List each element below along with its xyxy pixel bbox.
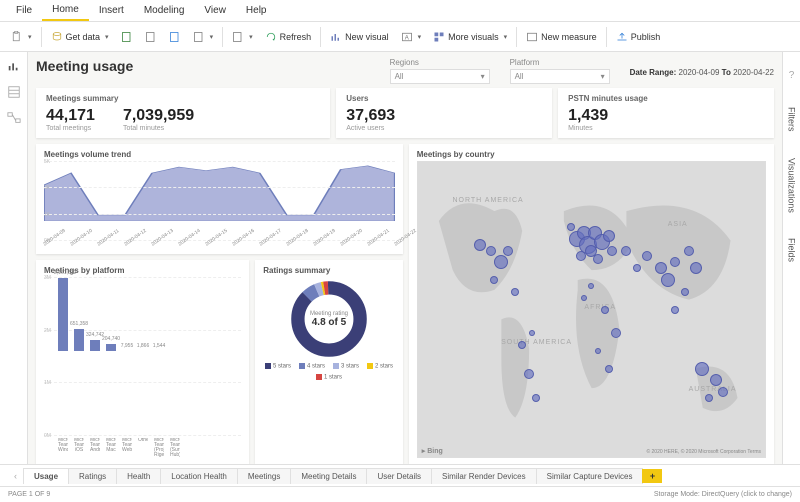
data-view-icon[interactable] xyxy=(6,84,22,100)
report-canvas[interactable]: Meeting usage Regions All▾ Platform All▾… xyxy=(28,52,782,464)
help-icon[interactable]: ? xyxy=(789,70,795,81)
ribbon: Get data Refresh New visual A More visua… xyxy=(0,22,800,52)
meetings-summary-card[interactable]: Meetings summary 44,171Total meetings 7,… xyxy=(36,88,330,138)
chevron-down-icon: ▾ xyxy=(481,72,485,81)
storage-mode[interactable]: Storage Mode: DirectQuery (click to chan… xyxy=(654,491,792,498)
pstn-card[interactable]: PSTN minutes usage 1,439Minutes xyxy=(558,88,774,138)
page-title: Meeting usage xyxy=(36,58,370,74)
text-box-button[interactable]: A xyxy=(396,28,427,46)
ratings-donut-visual[interactable]: Ratings summary Meeting rating4.8 of 5 5… xyxy=(255,260,403,464)
refresh-button[interactable]: Refresh xyxy=(260,28,317,46)
map-visual[interactable]: Meetings by country NORTH AMERICA SOUTH … xyxy=(409,144,774,464)
users-card[interactable]: Users 37,693Active users xyxy=(336,88,552,138)
menu-home[interactable]: Home xyxy=(42,0,89,21)
enter-data-button[interactable] xyxy=(164,28,186,46)
get-data-button[interactable]: Get data xyxy=(46,28,114,46)
transform-data-button[interactable] xyxy=(227,28,258,46)
menu-bar: FileHomeInsertModelingViewHelp xyxy=(0,0,800,22)
tab-similar-render-devices[interactable]: Similar Render Devices xyxy=(431,468,537,484)
status-bar: PAGE 1 OF 9 Storage Mode: DirectQuery (c… xyxy=(0,486,800,502)
tab-meeting-details[interactable]: Meeting Details xyxy=(290,468,367,484)
page-indicator: PAGE 1 OF 9 xyxy=(8,491,50,498)
tab-meetings[interactable]: Meetings xyxy=(237,468,291,484)
tab-location-health[interactable]: Location Health xyxy=(160,468,238,484)
sql-server-button[interactable] xyxy=(140,28,162,46)
filters-pane-tab[interactable]: Filters xyxy=(787,107,797,132)
tab-user-details[interactable]: User Details xyxy=(366,468,432,484)
publish-button[interactable]: Publish xyxy=(611,28,666,46)
menu-help[interactable]: Help xyxy=(236,1,277,20)
tab-similar-capture-devices[interactable]: Similar Capture Devices xyxy=(536,468,644,484)
tab-usage[interactable]: Usage xyxy=(23,468,69,484)
new-measure-button[interactable]: New measure xyxy=(521,28,602,46)
tab-prev-icon[interactable]: ‹ xyxy=(14,471,17,481)
tab-ratings[interactable]: Ratings xyxy=(68,468,117,484)
new-visual-button[interactable]: New visual xyxy=(325,28,394,46)
recent-sources-button[interactable] xyxy=(188,28,219,46)
volume-trend-visual[interactable]: Meetings volume trend 5K3K1K0K 2020-04-0… xyxy=(36,144,403,254)
visualizations-pane-tab[interactable]: Visualizations xyxy=(787,158,797,213)
excel-workbook-button[interactable] xyxy=(116,28,138,46)
regions-slicer[interactable]: Regions All▾ xyxy=(390,58,490,84)
model-view-icon[interactable] xyxy=(6,110,22,126)
menu-file[interactable]: File xyxy=(6,1,42,20)
add-page-button[interactable]: + xyxy=(642,469,662,483)
platform-bar-visual[interactable]: Meetings by platform 3M2M1M0M 2,161,8126… xyxy=(36,260,249,464)
menu-view[interactable]: View xyxy=(194,1,236,20)
platform-slicer[interactable]: Platform All▾ xyxy=(510,58,610,84)
menu-modeling[interactable]: Modeling xyxy=(134,1,195,20)
more-visuals-button[interactable]: More visuals xyxy=(428,28,512,46)
date-range: Date Range: 2020-04-09 To 2020-04-22 xyxy=(630,68,774,77)
tab-health[interactable]: Health xyxy=(116,468,161,484)
map-attribution: © 2020 HERE, © 2020 Microsoft Corporatio… xyxy=(646,449,761,455)
menu-insert[interactable]: Insert xyxy=(89,1,134,20)
view-switcher xyxy=(0,52,28,464)
page-tabs: ‹ UsageRatingsHealthLocation HealthMeeti… xyxy=(0,464,800,486)
paste-button[interactable] xyxy=(6,28,37,46)
fields-pane-tab[interactable]: Fields xyxy=(787,238,797,262)
bing-logo: ▸ Bing xyxy=(422,447,443,455)
right-pane-tabs: ? Filters Visualizations Fields xyxy=(782,52,800,464)
svg-text:A: A xyxy=(404,35,408,41)
report-view-icon[interactable] xyxy=(6,58,22,74)
chevron-down-icon: ▾ xyxy=(601,72,605,81)
